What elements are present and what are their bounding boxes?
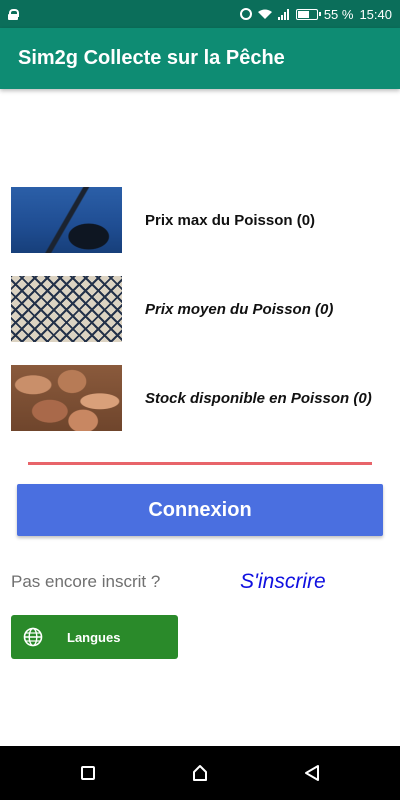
recent-apps-button[interactable] — [32, 746, 144, 800]
menu-item-label: Prix max du Poisson (0) — [145, 211, 316, 229]
navigation-bar — [0, 746, 400, 800]
status-bar: 55 % 15:40 — [0, 0, 400, 28]
menu-item-average-price[interactable]: Prix moyen du Poisson (0) — [11, 276, 391, 342]
home-icon — [193, 765, 207, 781]
not-registered-text: Pas encore inscrit ? — [11, 572, 161, 591]
app-bar: Sim2g Collecte sur la Pêche — [0, 28, 400, 89]
battery-fill — [297, 10, 309, 18]
clock: 15:40 — [359, 6, 392, 22]
swordfish-photo — [11, 187, 122, 253]
language-button[interactable]: Langues — [11, 615, 178, 659]
signup-link[interactable]: S'inscrire — [240, 570, 326, 594]
home-button[interactable] — [144, 746, 256, 800]
language-button-label: Langues — [67, 629, 121, 645]
alarm-icon — [239, 8, 252, 20]
back-button[interactable] — [256, 746, 368, 800]
fish-stock-photo — [11, 365, 122, 431]
recent-apps-icon — [81, 766, 95, 780]
menu-item-label: Prix moyen du Poisson (0) — [145, 300, 334, 318]
fishing-net-photo — [11, 276, 122, 342]
app-title: Sim2g Collecte sur la Pêche — [18, 47, 285, 69]
lock-icon — [8, 8, 19, 20]
menu-item-stock[interactable]: Stock disponible en Poisson (0) — [11, 365, 391, 431]
menu-item-label: Stock disponible en Poisson (0) — [145, 389, 372, 407]
globe-icon — [23, 627, 43, 647]
wifi-icon — [257, 9, 272, 19]
back-icon — [305, 765, 319, 781]
divider — [28, 462, 372, 465]
menu-item-max-price[interactable]: Prix max du Poisson (0) — [11, 187, 391, 253]
battery-percent: 55 % — [323, 6, 354, 22]
battery-icon — [295, 8, 321, 20]
signal-icon — [277, 8, 290, 20]
connect-button[interactable]: Connexion — [17, 484, 383, 536]
